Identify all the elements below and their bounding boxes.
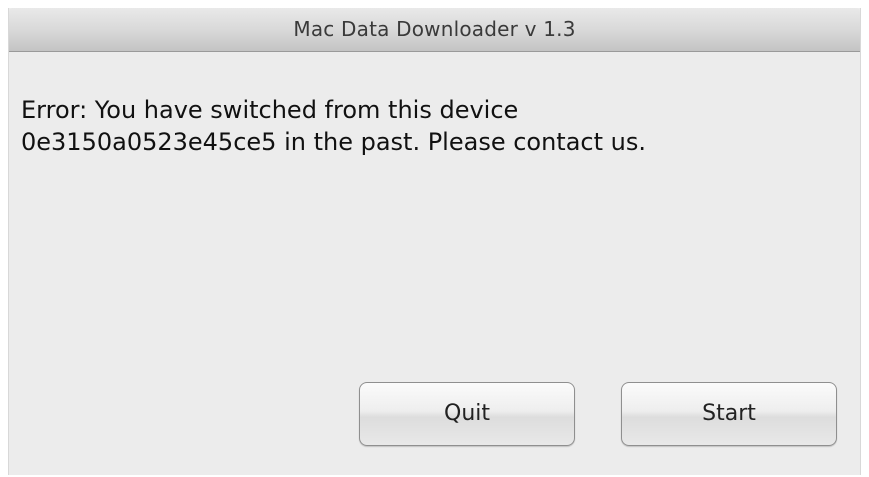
- window-title: Mac Data Downloader v 1.3: [293, 17, 576, 41]
- quit-button[interactable]: Quit: [359, 382, 575, 446]
- error-message-line-1: Error: You have switched from this devic…: [21, 96, 519, 124]
- title-bar[interactable]: Mac Data Downloader v 1.3: [9, 8, 860, 52]
- start-button[interactable]: Start: [621, 382, 837, 446]
- error-message: Error: You have switched from this devic…: [21, 94, 646, 158]
- error-message-line-2: 0e3150a0523e45ce5 in the past. Please co…: [21, 128, 646, 156]
- app-window: Mac Data Downloader v 1.3 Error: You hav…: [8, 8, 861, 475]
